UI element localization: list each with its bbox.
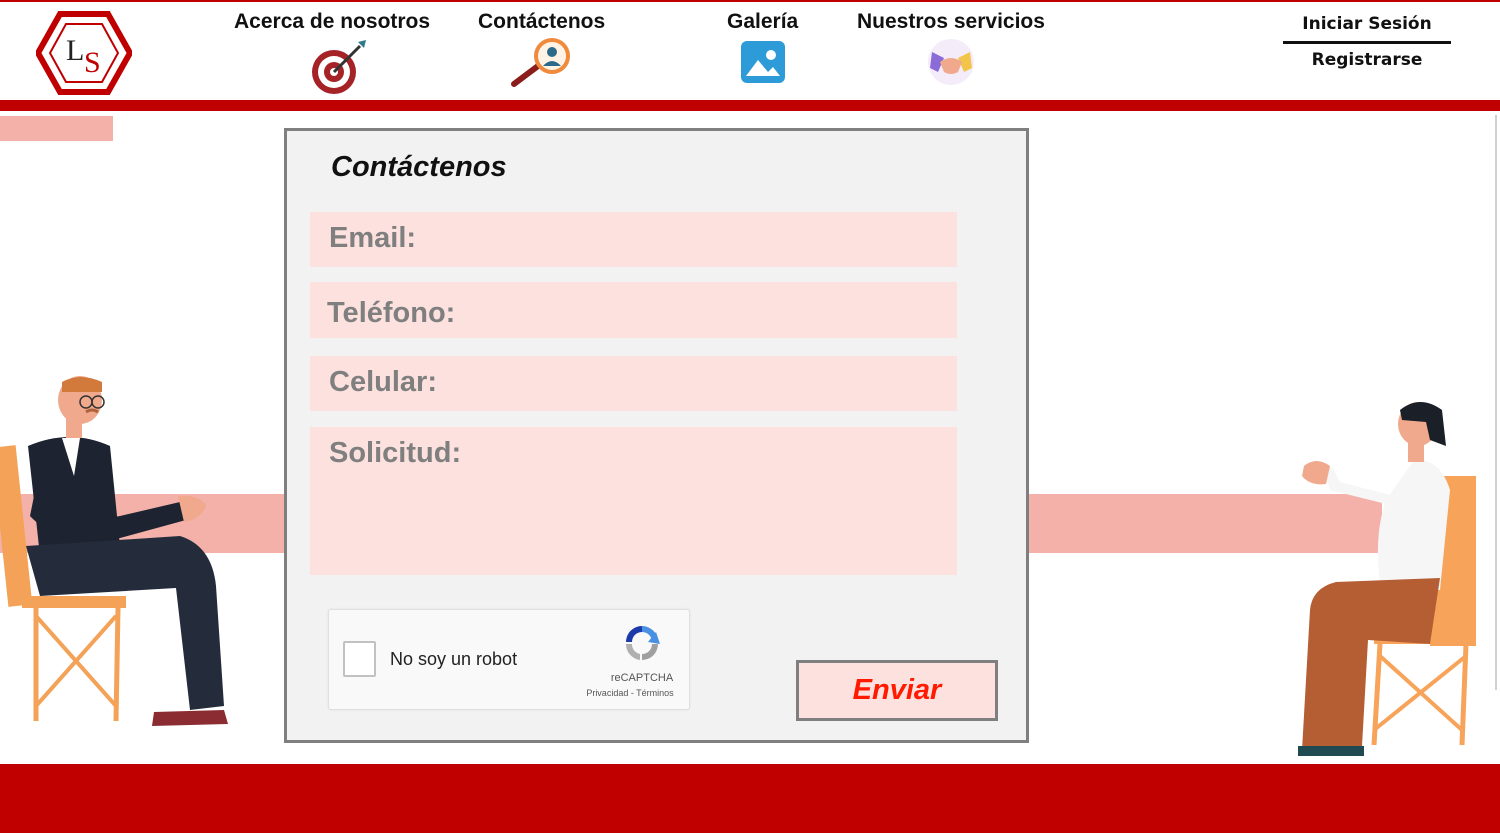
nav-item-label: Nuestros servicios (857, 10, 1045, 33)
captcha-checkbox[interactable] (343, 641, 376, 677)
captcha-brand-label: reCAPTCHA (610, 672, 674, 684)
captcha-label: No soy un robot (390, 649, 518, 669)
form-title: Contáctenos (331, 151, 507, 183)
nav-item-services[interactable]: Nuestros servicios (857, 10, 1045, 86)
nav-item-contact[interactable]: Contáctenos (478, 10, 605, 90)
man-sitting-illustration-left (0, 376, 228, 726)
nav-item-label: Contáctenos (478, 10, 606, 33)
nav-item-label: Galería (727, 10, 799, 33)
request-field-label: Solicitud: (329, 437, 462, 469)
mobile-field-label: Celular: (329, 366, 437, 398)
recaptcha-widget: No soy un robot reCAPTCHA Privacidad - T… (328, 609, 690, 710)
target-dart-icon (312, 40, 366, 94)
man-sitting-illustration-right (1298, 402, 1476, 756)
magnifier-person-icon (511, 38, 570, 87)
auth-divider (1283, 41, 1451, 44)
nav-item-gallery[interactable]: Galería (727, 10, 798, 84)
brand-logo[interactable]: L S (34, 10, 134, 96)
email-field[interactable]: Email: (310, 212, 957, 267)
header-red-bar (0, 100, 1500, 111)
logo-letter-s: S (84, 46, 101, 79)
nav-item-label: Acerca de nosotros (234, 10, 431, 33)
auth-links: Iniciar Sesión Registrarse (1282, 14, 1452, 70)
contact-form-panel: Contáctenos Email: Teléfono: Celular: So… (284, 128, 1029, 743)
submit-button-label: Enviar (852, 674, 942, 706)
nav-item-about[interactable]: Acerca de nosotros (234, 10, 430, 96)
logo-letter-l: L (66, 34, 84, 67)
submit-button[interactable]: Enviar (796, 660, 998, 721)
site-footer (0, 764, 1500, 833)
phone-field[interactable]: Teléfono: (310, 282, 957, 338)
email-field-label: Email: (329, 222, 417, 254)
gallery-image-icon (740, 41, 785, 83)
register-link[interactable]: Registrarse (1282, 50, 1452, 70)
pink-tab-decoration (0, 116, 113, 141)
header-top-line (0, 0, 1500, 2)
phone-field-label: Teléfono: (327, 297, 456, 329)
mobile-field[interactable]: Celular: (310, 356, 957, 411)
request-textarea[interactable]: Solicitud: (310, 427, 957, 575)
captcha-terms-link[interactable]: Privacidad - Términos (575, 688, 685, 698)
login-link[interactable]: Iniciar Sesión (1282, 14, 1452, 34)
handshake-icon (927, 39, 974, 85)
recaptcha-logo-icon (625, 626, 660, 660)
